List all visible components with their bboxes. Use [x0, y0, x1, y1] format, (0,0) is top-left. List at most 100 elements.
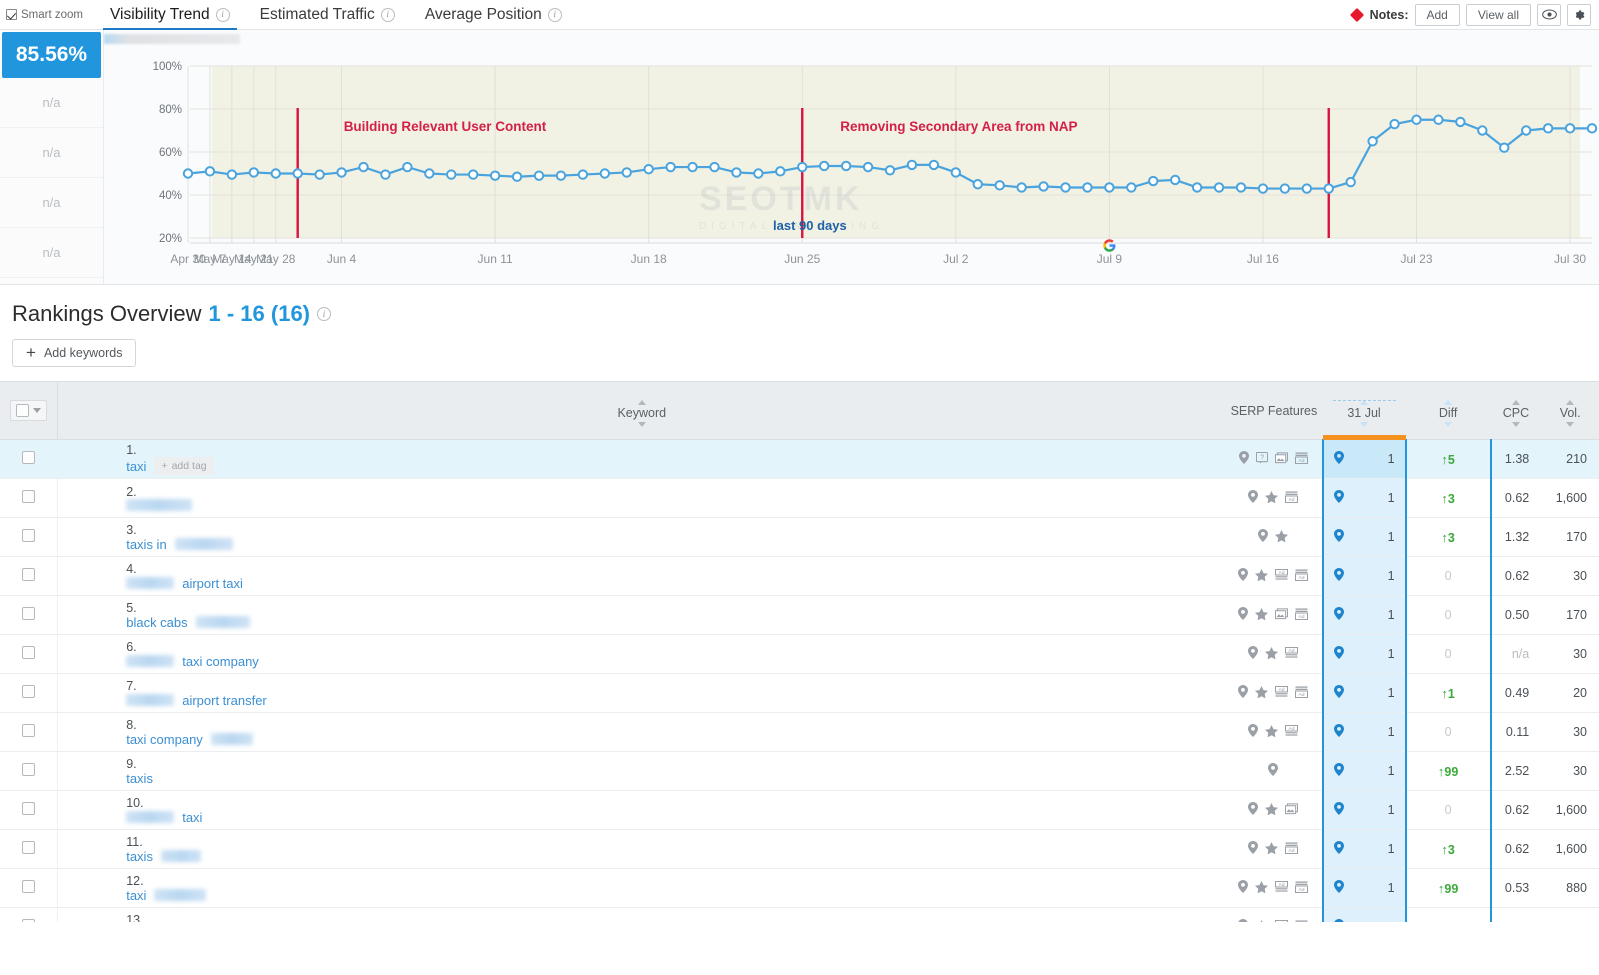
row-select-cell[interactable] — [0, 517, 59, 557]
table-row[interactable]: 13.minibus taxiAdAd101.2810 — [0, 907, 1599, 922]
keyword-text[interactable]: taxi company — [126, 732, 203, 747]
tab-visibility-trend[interactable]: Visibility Trend i — [95, 0, 245, 31]
position-cell[interactable]: 1 — [1321, 790, 1407, 830]
table-row[interactable]: 9. taxis 1 ↑99 2.52 30 — [0, 751, 1599, 791]
position-cell[interactable]: 1 — [1321, 829, 1407, 869]
smart-zoom-toggle[interactable]: Smart zoom — [0, 9, 95, 21]
google-update-icon[interactable] — [1103, 239, 1116, 252]
keyword-text[interactable]: taxi company — [182, 654, 259, 669]
position-cell[interactable]: 1 — [1321, 868, 1407, 908]
keyword-cell[interactable]: 13.minibus taxi — [57, 907, 1226, 922]
keyword-text[interactable]: black cabs — [126, 615, 187, 630]
row-select-cell[interactable] — [0, 751, 59, 791]
row-select-cell[interactable] — [0, 790, 59, 830]
legend-value-2[interactable]: n/a — [0, 78, 103, 128]
row-select-cell[interactable] — [0, 556, 59, 596]
keyword-text[interactable]: taxi — [182, 810, 202, 825]
legend-value-primary[interactable]: 85.56% — [2, 32, 101, 78]
add-note-button[interactable]: Add — [1414, 3, 1460, 26]
position-cell[interactable]: 1 — [1321, 439, 1407, 479]
sort-asc-icon[interactable] — [637, 400, 646, 406]
position-cell[interactable]: 1 — [1321, 751, 1407, 791]
keyword-cell[interactable]: 8. taxi company — [57, 712, 1226, 752]
row-checkbox[interactable] — [22, 607, 36, 620]
row-checkbox[interactable] — [22, 685, 36, 698]
info-icon[interactable]: i — [215, 7, 230, 22]
row-select-cell[interactable] — [0, 595, 59, 635]
sort-asc-icon[interactable] — [1360, 400, 1369, 406]
position-column-header[interactable]: 31 Jul — [1322, 381, 1406, 440]
keyword-text[interactable]: airport taxi — [182, 576, 243, 591]
diff-column-header[interactable]: Diff — [1405, 381, 1491, 440]
row-checkbox[interactable] — [22, 490, 36, 503]
row-checkbox[interactable] — [22, 880, 36, 893]
legend-value-4[interactable]: n/a — [0, 178, 103, 228]
table-row[interactable]: 4. airport taxi Ad Ad 1 0 0.62 30 — [0, 556, 1599, 596]
row-select-cell[interactable] — [0, 634, 59, 674]
keyword-text[interactable]: taxis in — [126, 537, 166, 552]
table-row[interactable]: 1. taxi + add tag? Ad 1 ↑5 1.38 210 — [0, 439, 1599, 479]
keyword-cell[interactable]: 7. airport transfer — [57, 673, 1226, 713]
info-icon[interactable]: i — [547, 7, 562, 22]
row-checkbox[interactable] — [22, 451, 36, 464]
select-all-dropdown[interactable] — [10, 400, 48, 421]
add-tag-button[interactable]: + add tag — [154, 457, 214, 475]
keyword-cell[interactable]: 2. — [57, 478, 1226, 518]
add-keywords-button[interactable]: + Add keywords — [12, 339, 137, 367]
select-all-checkbox[interactable] — [16, 404, 30, 417]
tab-estimated-traffic[interactable]: Estimated Traffic i — [245, 0, 410, 30]
sort-asc-icon[interactable] — [1566, 400, 1575, 406]
sort-desc-icon[interactable] — [1444, 421, 1453, 427]
position-cell[interactable]: 1 — [1321, 673, 1407, 713]
keyword-text[interactable]: airport transfer — [182, 693, 267, 708]
row-checkbox[interactable] — [22, 763, 36, 776]
row-checkbox[interactable] — [22, 841, 36, 854]
info-icon[interactable]: i — [317, 307, 332, 321]
table-row[interactable]: 2. Ad 1 ↑3 0.62 1,600 — [0, 478, 1599, 518]
table-row[interactable]: 10. taxi 1 0 0.62 1,600 — [0, 790, 1599, 830]
keyword-cell[interactable]: 11. taxis — [57, 829, 1226, 869]
row-select-cell[interactable] — [0, 673, 59, 713]
keyword-cell[interactable]: 6. taxi company — [57, 634, 1226, 674]
row-select-cell[interactable] — [0, 829, 59, 869]
keyword-text[interactable]: taxi — [126, 888, 146, 903]
view-all-notes-button[interactable]: View all — [1465, 3, 1531, 26]
sort-desc-icon[interactable] — [1566, 421, 1575, 427]
position-cell[interactable]: 1 — [1321, 517, 1407, 557]
row-checkbox[interactable] — [22, 529, 36, 542]
position-cell[interactable]: 1 — [1321, 634, 1407, 674]
position-cell[interactable]: 1 — [1321, 556, 1407, 596]
legend-value-5[interactable]: n/a — [0, 228, 103, 278]
position-cell[interactable]: 1 — [1321, 595, 1407, 635]
smart-zoom-checkbox-icon[interactable] — [6, 9, 17, 20]
rankings-table-scroll[interactable]: Keyword SERP Features 31 Jul Diff CPC Vo… — [0, 367, 1599, 922]
keyword-cell[interactable]: 3. taxis in — [57, 517, 1226, 557]
table-row[interactable]: 7. airport transfer Ad Ad 1 ↑1 0.49 20 — [0, 673, 1599, 713]
row-checkbox[interactable] — [22, 568, 36, 581]
row-checkbox[interactable] — [22, 724, 36, 737]
position-cell[interactable]: 1 — [1321, 907, 1407, 922]
keyword-cell[interactable]: 1. taxi + add tag — [57, 439, 1226, 479]
gear-icon[interactable] — [1567, 3, 1591, 26]
row-select-cell[interactable] — [0, 712, 59, 752]
cpc-column-header[interactable]: CPC — [1490, 381, 1542, 440]
row-select-cell[interactable] — [0, 868, 59, 908]
row-checkbox[interactable] — [22, 919, 36, 922]
sort-asc-icon[interactable] — [1511, 400, 1520, 406]
table-row[interactable]: 11. taxis Ad 1 ↑3 0.62 1,600 — [0, 829, 1599, 869]
row-checkbox[interactable] — [22, 802, 36, 815]
keyword-cell[interactable]: 4. airport taxi — [57, 556, 1226, 596]
vol-column-header[interactable]: Vol. — [1541, 381, 1599, 440]
chart-plot-area[interactable]: 20% 40% 60% 80% 100% Apr 30 May 7 May 14 May 21 M… — [104, 30, 1599, 284]
position-cell[interactable]: 1 — [1321, 478, 1407, 518]
eye-icon[interactable] — [1537, 3, 1561, 26]
keyword-text[interactable]: taxi — [126, 459, 146, 474]
position-cell[interactable]: 1 — [1321, 712, 1407, 752]
table-row[interactable]: 12. taxi Ad Ad 1 ↑99 0.53 880 — [0, 868, 1599, 908]
chevron-down-icon[interactable] — [33, 408, 42, 413]
row-checkbox[interactable] — [22, 646, 36, 659]
keyword-column-header[interactable]: Keyword — [57, 381, 1226, 440]
sort-desc-icon[interactable] — [1511, 421, 1520, 427]
info-icon[interactable]: i — [380, 7, 395, 22]
tab-average-position[interactable]: Average Position i — [410, 0, 577, 30]
